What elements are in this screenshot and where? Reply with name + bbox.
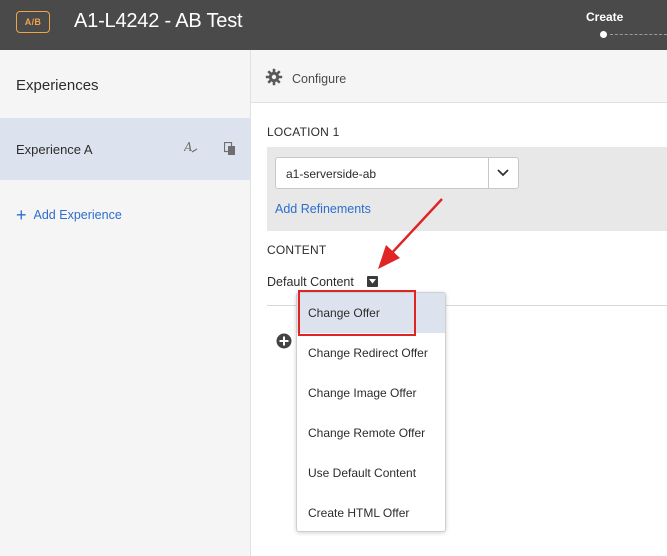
- annotation-arrow-icon: [378, 198, 443, 269]
- location-select-button[interactable]: [488, 158, 518, 188]
- location-select[interactable]: a1-serverside-ab: [275, 157, 519, 189]
- add-refinements-link[interactable]: Add Refinements: [275, 202, 371, 216]
- chevron-down-icon: [497, 169, 509, 177]
- activity-title[interactable]: A1-L4242 - AB Test: [74, 10, 243, 33]
- gear-icon[interactable]: [265, 68, 283, 86]
- menu-item-change-redirect-offer[interactable]: Change Redirect Offer: [297, 333, 445, 373]
- svg-text:A: A: [184, 140, 193, 154]
- add-experience-button[interactable]: + Add Experience: [16, 206, 122, 224]
- experience-label: Experience A: [16, 142, 93, 157]
- location-panel: LOCATION 1 a1-serverside-ab Add Refineme…: [251, 103, 667, 231]
- menu-item-change-remote-offer[interactable]: Change Remote Offer: [297, 413, 445, 453]
- menu-item-use-default-content[interactable]: Use Default Content: [297, 453, 445, 493]
- experience-item[interactable]: Experience A A: [0, 118, 250, 180]
- duplicate-icon[interactable]: [223, 141, 236, 156]
- add-experience-label: Add Experience: [33, 208, 122, 222]
- add-content-icon[interactable]: [276, 333, 292, 349]
- caret-down-icon: [369, 279, 376, 284]
- app-header: A/B A1-L4242 - AB Test Create: [0, 0, 667, 50]
- rename-icon[interactable]: A: [183, 140, 198, 157]
- step-progress-line: [610, 34, 667, 35]
- location-box: a1-serverside-ab Add Refinements: [267, 147, 667, 231]
- content-dropdown-toggle[interactable]: [367, 276, 378, 287]
- experiences-sidebar: Experiences Experience A A + Add Experie…: [0, 50, 251, 556]
- configure-bar: Configure: [251, 50, 667, 103]
- sidebar-heading: Experiences: [16, 77, 99, 94]
- activity-type-badge: A/B: [16, 11, 50, 33]
- menu-item-create-html-offer[interactable]: Create HTML Offer: [297, 493, 445, 533]
- plus-icon: +: [16, 205, 27, 225]
- default-content-label: Default Content: [267, 275, 354, 289]
- location-label: LOCATION 1: [267, 125, 340, 139]
- menu-item-change-image-offer[interactable]: Change Image Offer: [297, 373, 445, 413]
- content-label: CONTENT: [267, 243, 327, 257]
- location-select-value: a1-serverside-ab: [286, 167, 377, 181]
- configure-label: Configure: [292, 72, 347, 86]
- step-indicator-dot[interactable]: [600, 31, 607, 38]
- step-label-create[interactable]: Create: [586, 10, 623, 24]
- annotation-highlight-box: [298, 290, 416, 336]
